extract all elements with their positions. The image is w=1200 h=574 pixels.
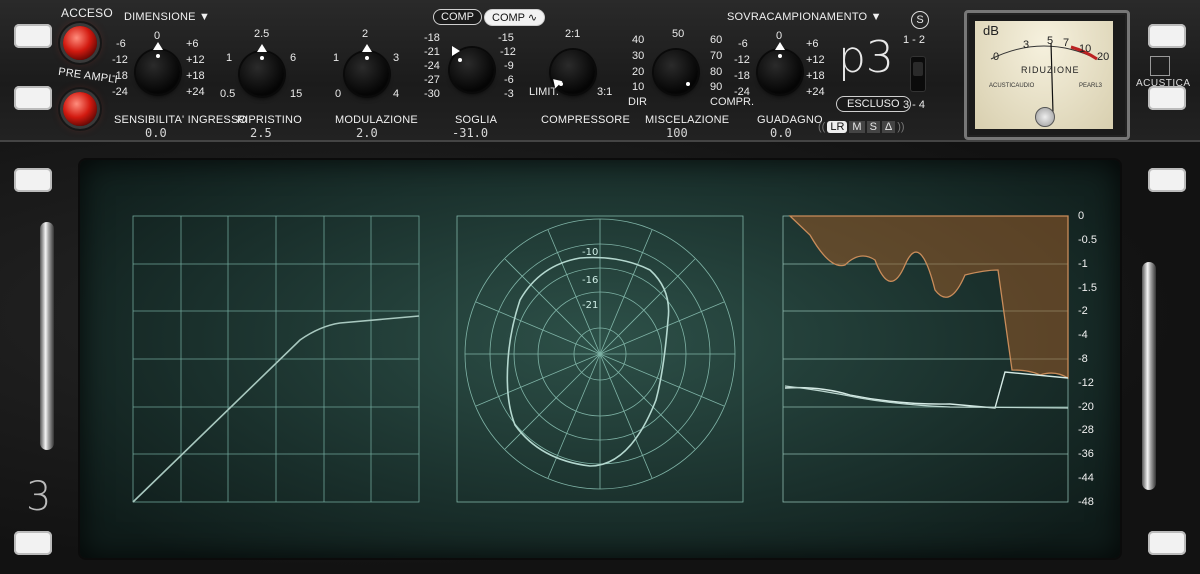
transfer-curve-grid <box>132 215 420 503</box>
polar-trace <box>506 256 670 467</box>
display-graphics <box>132 215 1069 503</box>
db-tick: -12 <box>1078 377 1094 389</box>
db-tick: -0.5 <box>1078 234 1097 246</box>
db-tick: -36 <box>1078 448 1094 460</box>
input-level-trace <box>784 371 1069 409</box>
db-tick: -28 <box>1078 424 1094 436</box>
polar-label: -21 <box>582 300 599 311</box>
db-tick: -8 <box>1078 353 1088 365</box>
db-tick: -20 <box>1078 401 1094 413</box>
db-tick: -48 <box>1078 496 1094 508</box>
db-tick: -1 <box>1078 258 1088 270</box>
reduction-area <box>788 215 1069 380</box>
db-tick: -1.5 <box>1078 282 1097 294</box>
polar-label: -16 <box>582 275 599 286</box>
db-scale: 0 -0.5 -1 -1.5 -2 -4 -8 -12 -20 -28 -36 … <box>1078 210 1118 510</box>
db-tick: 0 <box>1078 210 1085 222</box>
polar-scope-grid <box>456 215 744 503</box>
db-tick: -2 <box>1078 305 1088 317</box>
db-tick: -4 <box>1078 329 1088 341</box>
polar-label: -10 <box>582 247 599 258</box>
db-tick: -44 <box>1078 472 1094 484</box>
